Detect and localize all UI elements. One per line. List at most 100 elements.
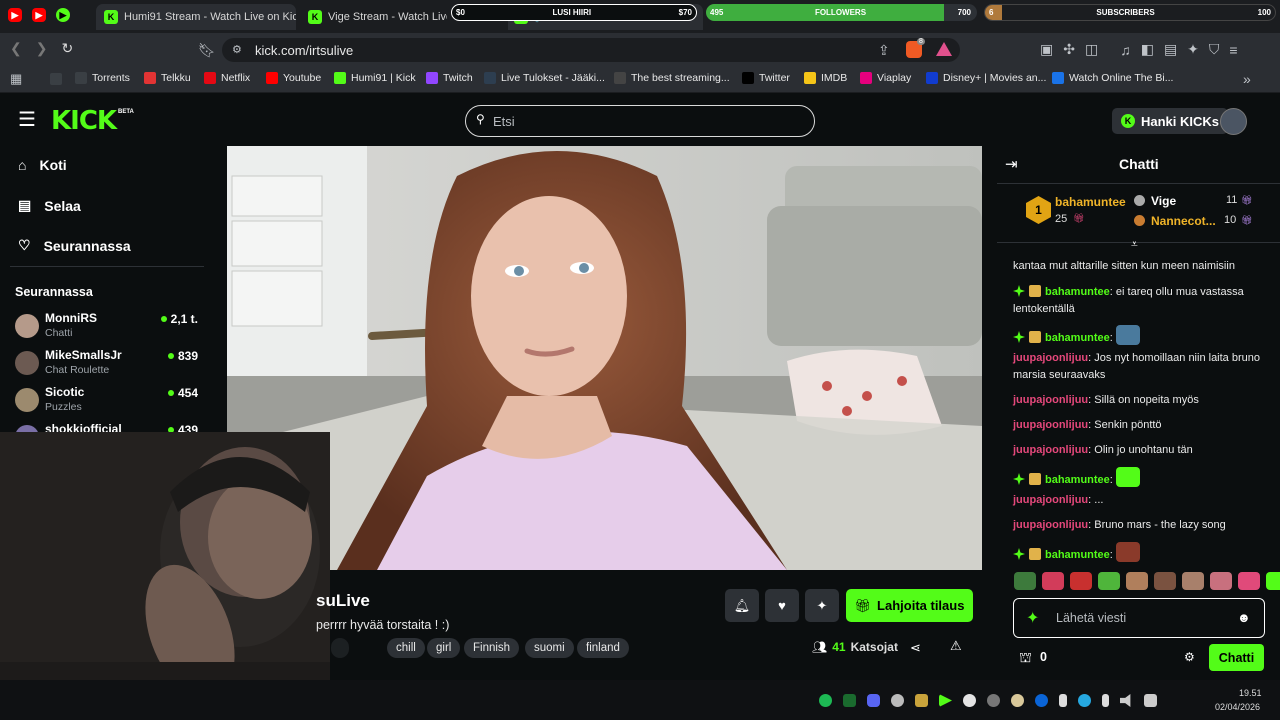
emote-icon[interactable]: [1042, 572, 1064, 590]
capture-icon[interactable]: ◫: [1085, 41, 1098, 58]
cloud-icon[interactable]: [891, 694, 904, 707]
notification-bell-button[interactable]: 🔔︎: [725, 589, 759, 622]
hamburger-menu-icon[interactable]: ☰: [18, 110, 36, 130]
site-info-icon[interactable]: ⚙: [232, 43, 242, 56]
tag-hidden[interactable]: [331, 638, 349, 658]
chat-username[interactable]: bahamuntee: [1045, 549, 1110, 561]
emote-icon[interactable]: [1126, 572, 1148, 590]
nav-home[interactable]: ⌂ Koti: [18, 157, 67, 173]
spotify-icon[interactable]: [819, 694, 832, 707]
expand-leaderboard-icon[interactable]: ⩡: [1131, 237, 1138, 252]
play-pinned-icon[interactable]: ▶: [56, 8, 70, 22]
bookmark-torrent[interactable]: Torrents: [75, 72, 130, 84]
chat-username[interactable]: juupajoonlijuu: [1013, 352, 1088, 364]
user-avatar[interactable]: [1220, 108, 1247, 135]
following-item[interactable]: Sicotic Puzzles 454: [15, 382, 203, 417]
network-icon[interactable]: [1144, 694, 1157, 707]
emote-icon[interactable]: [1014, 572, 1036, 590]
nvidia-icon[interactable]: [843, 694, 856, 707]
tab-humi91[interactable]: K Humi91 Stream - Watch Live on Kick: [96, 4, 296, 30]
more-bookmarks-icon[interactable]: »: [1243, 71, 1251, 87]
music-icon[interactable]: ♫: [1120, 42, 1131, 58]
clock-time[interactable]: 19.51: [1239, 688, 1262, 698]
face-icon[interactable]: [1011, 694, 1024, 707]
bookmark-icon[interactable]: 🔖︎: [198, 42, 216, 59]
emote-icon[interactable]: [1238, 572, 1260, 590]
channel-name[interactable]: suLive: [316, 591, 370, 611]
emoji-picker-icon[interactable]: ☻: [1237, 610, 1251, 625]
back-icon[interactable]: ❮: [10, 40, 22, 57]
kick-logo[interactable]: KICK: [51, 106, 117, 136]
chat-input[interactable]: [1013, 598, 1265, 638]
following-item[interactable]: MonniRS Chatti 2,1 t.: [15, 308, 203, 343]
play-icon[interactable]: [939, 694, 952, 707]
bookmark-netflix[interactable]: Netflix: [204, 72, 250, 84]
bookmark-x[interactable]: Twitter: [742, 72, 790, 84]
bookmark-disney[interactable]: Disney+ | Movies an...: [926, 72, 1046, 84]
discord-icon[interactable]: [867, 694, 880, 707]
apps-grid-icon[interactable]: ▦: [10, 71, 22, 87]
search-input[interactable]: [465, 105, 815, 137]
chat-username[interactable]: juupajoonlijuu: [1013, 419, 1088, 431]
microphone-icon[interactable]: [1102, 694, 1109, 707]
leo-icon[interactable]: ✦: [1187, 41, 1199, 58]
nav-following[interactable]: ♡ Seurannassa: [18, 237, 131, 254]
sparkle-button[interactable]: ✦: [805, 589, 839, 622]
nav-browse[interactable]: ▤ Selaa: [18, 197, 81, 214]
brave-rewards-icon[interactable]: [936, 42, 952, 56]
video-player[interactable]: [227, 146, 982, 570]
gifter-2-name[interactable]: Vige: [1151, 194, 1176, 208]
loop-icon[interactable]: [987, 694, 1000, 707]
report-icon[interactable]: ⚠: [950, 638, 962, 654]
hanki-kicks-button[interactable]: K Hanki KICKs: [1112, 108, 1229, 134]
emote-icon[interactable]: [1154, 572, 1176, 590]
chat-username[interactable]: juupajoonlijuu: [1013, 519, 1088, 531]
gifter-3-name[interactable]: Nannecot...: [1151, 214, 1216, 228]
gift-sub-button[interactable]: 🎁︎ Lahjoita tilaus: [846, 589, 973, 622]
bookmark-twitch[interactable]: Twitch: [426, 72, 473, 84]
tab-vige[interactable]: K Vige Stream - Watch Live on Kick: [302, 4, 447, 30]
bookmark-youtube[interactable]: Youtube: [266, 72, 321, 84]
forward-icon[interactable]: ❯: [36, 40, 48, 57]
bookmark-viaplay[interactable]: Viaplay: [860, 72, 911, 84]
chat-username[interactable]: juupajoonlijuu: [1013, 444, 1088, 456]
bookmark-streaming[interactable]: The best streaming...: [614, 72, 730, 84]
follow-button[interactable]: ♥: [765, 589, 799, 622]
phone-icon[interactable]: [1059, 694, 1067, 707]
reload-icon[interactable]: ↻: [61, 40, 73, 57]
bluetooth-icon[interactable]: [1035, 694, 1048, 707]
extensions-icon[interactable]: ✣: [1063, 41, 1075, 58]
tag-finland[interactable]: finland: [577, 638, 629, 658]
tag-girl[interactable]: girl: [427, 638, 461, 658]
emote-icon[interactable]: [1210, 572, 1232, 590]
screenshot-icon[interactable]: ▣: [1040, 41, 1053, 58]
youtube-pinned-icon-2[interactable]: ▶: [32, 8, 46, 22]
bookmark-imdb[interactable]: IMDB: [804, 72, 847, 84]
chat-username[interactable]: bahamuntee: [1045, 332, 1110, 344]
leader-name[interactable]: bahamuntee: [1055, 195, 1126, 209]
bookmark-globe[interactable]: Watch Online The Bi...: [1052, 72, 1173, 84]
send-chat-button[interactable]: Chatti: [1209, 644, 1264, 671]
chat-username[interactable]: juupajoonlijuu: [1013, 394, 1088, 406]
following-item[interactable]: MikeSmallsJr Chat Roulette 839: [15, 345, 203, 380]
tag-suomi[interactable]: suomi: [525, 638, 574, 658]
emote-icon[interactable]: [1182, 572, 1204, 590]
chat-settings-icon[interactable]: ⚙: [1184, 650, 1195, 664]
volume-icon[interactable]: [1120, 694, 1131, 707]
tag-finnish[interactable]: Finnish: [464, 638, 520, 658]
youtube-pinned-icon[interactable]: ▶: [8, 8, 22, 22]
chat-username[interactable]: bahamuntee: [1045, 474, 1110, 486]
bookmark-livescore[interactable]: Live Tulokset - Jääki...: [484, 72, 605, 84]
edge-icon[interactable]: [1078, 694, 1091, 707]
store-icon[interactable]: ⛫: [1019, 649, 1032, 668]
obs-icon[interactable]: [963, 694, 976, 707]
share-icon[interactable]: ⇪: [878, 42, 890, 59]
emote-icon[interactable]: [1098, 572, 1120, 590]
bookmark-telkku[interactable]: Telkku: [144, 72, 191, 84]
url-text[interactable]: kick.com/irtsulive: [255, 43, 353, 58]
vpn-icon[interactable]: ⛉: [1209, 41, 1220, 58]
tag-chill[interactable]: chill: [387, 638, 425, 658]
chat-username[interactable]: bahamuntee: [1045, 286, 1110, 298]
sidebar-icon[interactable]: ◧: [1141, 41, 1154, 58]
bookmark-kick[interactable]: Humi91 | Kick: [334, 72, 416, 84]
